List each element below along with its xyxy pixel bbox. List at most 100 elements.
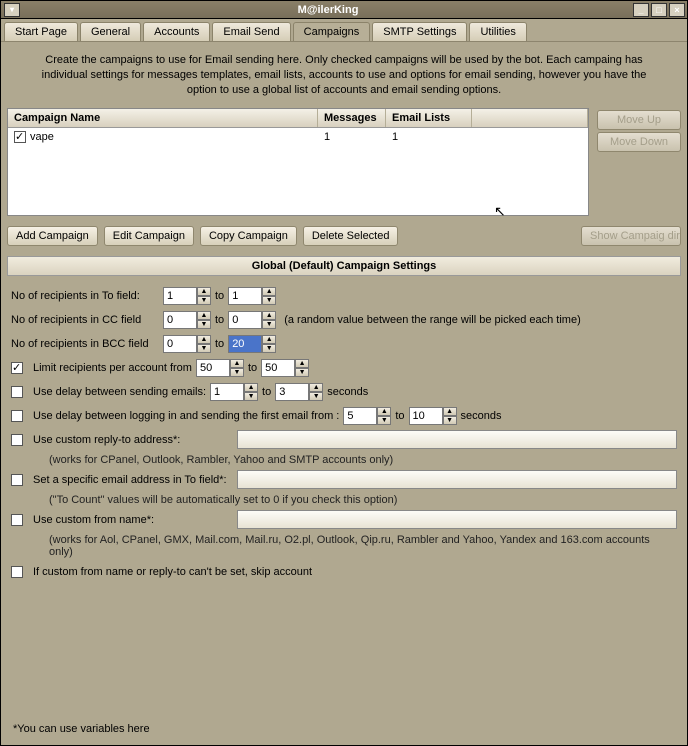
spin-up[interactable]: ▲ xyxy=(262,335,276,344)
spin-up[interactable]: ▲ xyxy=(377,407,391,416)
col-email-lists[interactable]: Email Lists xyxy=(386,109,472,127)
tab-smtp-settings[interactable]: SMTP Settings xyxy=(372,22,467,41)
label-delay-login: Use delay between logging in and sending… xyxy=(33,410,339,422)
delay-emails-to-input[interactable] xyxy=(275,383,309,401)
spin-down[interactable]: ▼ xyxy=(230,368,244,377)
custom-from-input[interactable] xyxy=(237,510,677,529)
minimize-button[interactable]: _ xyxy=(633,3,649,17)
bcc-to-input[interactable] xyxy=(228,335,262,353)
row-lists: 1 xyxy=(386,128,472,146)
maximize-button[interactable]: □ xyxy=(651,3,667,17)
to-from-input[interactable] xyxy=(163,287,197,305)
row-messages: 1 xyxy=(318,128,386,146)
spin-up[interactable]: ▲ xyxy=(197,287,211,296)
delete-selected-button[interactable]: Delete Selected xyxy=(303,226,399,246)
label-to-field: No of recipients in To field: xyxy=(11,290,159,302)
footer-note: *You can use variables here xyxy=(7,720,681,741)
cc-to-input[interactable] xyxy=(228,311,262,329)
label-to: to xyxy=(215,338,224,350)
move-up-button[interactable]: Move Up xyxy=(597,110,681,130)
settings-panel: No of recipients in To field: ▲▼ to ▲▼ N… xyxy=(7,282,681,586)
tab-general[interactable]: General xyxy=(80,22,141,41)
spin-down[interactable]: ▼ xyxy=(295,368,309,377)
label-to: to xyxy=(248,362,257,374)
label-custom-reply: Use custom reply-to address*: xyxy=(33,434,233,446)
add-campaign-button[interactable]: Add Campaign xyxy=(7,226,98,246)
col-campaign-name[interactable]: Campaign Name xyxy=(8,109,318,127)
limit-to-input[interactable] xyxy=(261,359,295,377)
spin-down[interactable]: ▼ xyxy=(197,344,211,353)
label-to: to xyxy=(215,290,224,302)
spin-up[interactable]: ▲ xyxy=(295,359,309,368)
label-bcc-field: No of recipients in BCC field xyxy=(11,338,159,350)
move-down-button[interactable]: Move Down xyxy=(597,132,681,152)
spin-up[interactable]: ▲ xyxy=(309,383,323,392)
label-seconds: seconds xyxy=(461,410,502,422)
check-custom-from[interactable] xyxy=(11,514,23,526)
window-title: M@ilerKing xyxy=(23,4,633,16)
table-row[interactable]: vape 1 1 xyxy=(8,128,588,146)
copy-campaign-button[interactable]: Copy Campaign xyxy=(200,226,297,246)
limit-from-input[interactable] xyxy=(196,359,230,377)
tab-start-page[interactable]: Start Page xyxy=(4,22,78,41)
show-campaign-dir-button[interactable]: Show Campaig dir xyxy=(581,226,681,246)
spin-down[interactable]: ▼ xyxy=(443,416,457,425)
spin-up[interactable]: ▲ xyxy=(197,311,211,320)
spin-down[interactable]: ▼ xyxy=(262,320,276,329)
spin-up[interactable]: ▲ xyxy=(197,335,211,344)
check-specific-to[interactable] xyxy=(11,474,23,486)
tab-bar: Start Page General Accounts Email Send C… xyxy=(1,19,687,42)
system-menu-icon[interactable]: ▾ xyxy=(4,3,20,17)
global-settings-title: Global (Default) Campaign Settings xyxy=(7,256,681,276)
spin-up[interactable]: ▲ xyxy=(262,311,276,320)
spin-down[interactable]: ▼ xyxy=(197,296,211,305)
check-delay-emails[interactable] xyxy=(11,386,23,398)
note-custom-from: (works for Aol, CPanel, GMX, Mail.com, M… xyxy=(49,534,677,558)
delay-login-from-input[interactable] xyxy=(343,407,377,425)
close-button[interactable]: × xyxy=(669,3,685,17)
col-blank xyxy=(472,109,588,127)
page-description: Create the campaigns to use for Email se… xyxy=(7,47,681,108)
label-seconds: seconds xyxy=(327,386,368,398)
spin-down[interactable]: ▼ xyxy=(377,416,391,425)
spin-down[interactable]: ▼ xyxy=(309,392,323,401)
label-skip-account: If custom from name or reply-to can't be… xyxy=(33,566,312,578)
tab-campaigns[interactable]: Campaigns xyxy=(293,22,371,41)
tab-utilities[interactable]: Utilities xyxy=(469,22,526,41)
note-random: (a random value between the range will b… xyxy=(284,314,581,326)
check-limit-recipients[interactable] xyxy=(11,362,23,374)
spin-down[interactable]: ▼ xyxy=(262,296,276,305)
label-delay-emails: Use delay between sending emails: xyxy=(33,386,206,398)
label-limit-recipients: Limit recipients per account from xyxy=(33,362,192,374)
row-name: vape xyxy=(30,131,54,143)
spin-up[interactable]: ▲ xyxy=(230,359,244,368)
custom-reply-input[interactable] xyxy=(237,430,677,449)
spin-down[interactable]: ▼ xyxy=(197,320,211,329)
spin-down[interactable]: ▼ xyxy=(262,344,276,353)
col-messages[interactable]: Messages xyxy=(318,109,386,127)
spin-down[interactable]: ▼ xyxy=(244,392,258,401)
label-custom-from: Use custom from name*: xyxy=(33,514,233,526)
spin-up[interactable]: ▲ xyxy=(262,287,276,296)
tab-accounts[interactable]: Accounts xyxy=(143,22,210,41)
note-specific-to: ("To Count" values will be automatically… xyxy=(49,494,677,506)
check-skip-account[interactable] xyxy=(11,566,23,578)
check-delay-login[interactable] xyxy=(11,410,23,422)
label-specific-to: Set a specific email address in To field… xyxy=(33,474,233,486)
bcc-from-input[interactable] xyxy=(163,335,197,353)
delay-login-to-input[interactable] xyxy=(409,407,443,425)
specific-to-input[interactable] xyxy=(237,470,677,489)
label-cc-field: No of recipients in CC field xyxy=(11,314,159,326)
campaigns-grid[interactable]: Campaign Name Messages Email Lists vape … xyxy=(7,108,589,216)
to-to-input[interactable] xyxy=(228,287,262,305)
label-to: to xyxy=(262,386,271,398)
row-checkbox[interactable] xyxy=(14,131,26,143)
spin-up[interactable]: ▲ xyxy=(443,407,457,416)
delay-emails-from-input[interactable] xyxy=(210,383,244,401)
label-to: to xyxy=(395,410,404,422)
edit-campaign-button[interactable]: Edit Campaign xyxy=(104,226,194,246)
tab-email-send[interactable]: Email Send xyxy=(212,22,290,41)
cc-from-input[interactable] xyxy=(163,311,197,329)
check-custom-reply[interactable] xyxy=(11,434,23,446)
spin-up[interactable]: ▲ xyxy=(244,383,258,392)
